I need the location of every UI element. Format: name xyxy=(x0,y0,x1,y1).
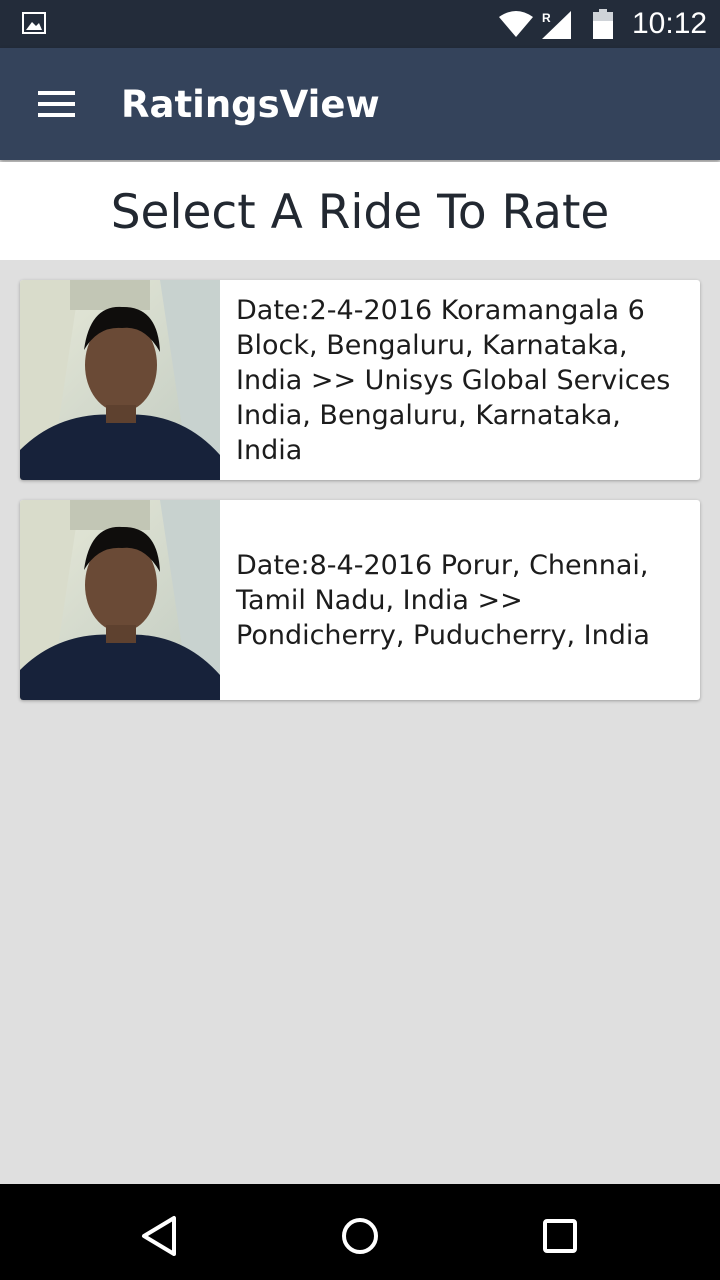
hamburger-menu-icon[interactable] xyxy=(28,82,84,126)
toolbar-title: RatingsView xyxy=(121,83,380,126)
ride-description: Date:2-4-2016 Koramangala 6 Block, Benga… xyxy=(236,294,671,466)
app-toolbar: RatingsView xyxy=(0,48,720,160)
wifi-icon xyxy=(499,11,533,37)
signal-icon: R xyxy=(542,11,571,39)
system-nav-bar xyxy=(0,1184,720,1280)
home-icon[interactable] xyxy=(336,1212,384,1260)
back-icon[interactable] xyxy=(136,1212,184,1260)
ride-description: Date:8-4-2016 Porur, Chennai, Tamil Nadu… xyxy=(236,549,650,651)
page-title: Select A Ride To Rate xyxy=(110,185,610,240)
ride-card[interactable]: Date:2-4-2016 Koramangala 6 Block, Benga… xyxy=(20,280,700,480)
battery-icon xyxy=(593,9,613,39)
page-heading-container: Select A Ride To Rate xyxy=(0,162,720,260)
avatar xyxy=(20,280,220,480)
gallery-icon xyxy=(22,12,46,34)
ride-card[interactable]: Date:8-4-2016 Porur, Chennai, Tamil Nadu… xyxy=(20,500,700,700)
recents-icon[interactable] xyxy=(536,1212,584,1260)
avatar xyxy=(20,500,220,700)
status-clock: 10:12 xyxy=(632,7,708,40)
status-bar: R 10:12 xyxy=(0,0,720,48)
svg-text:R: R xyxy=(542,11,551,25)
